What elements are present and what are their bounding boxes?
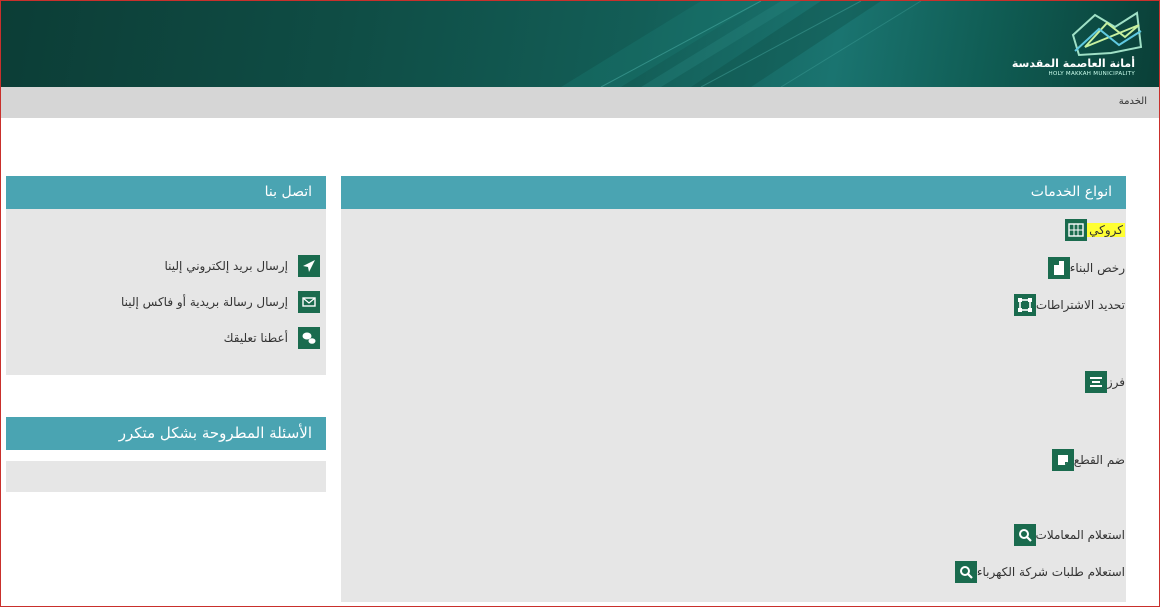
service-item-electricity-inquiry[interactable]: استعلام طلبات شركة الكهرباء [947,559,1125,585]
service-item-kroki[interactable]: كروكي [1057,217,1125,243]
banner-decoration [561,1,922,87]
service-item-conditions[interactable]: تحديد الاشتراطات [1006,292,1125,318]
contact-panel-title: اتصل بنا [264,184,312,200]
faq-panel-title: الأسئلة المطروحة بشكل متكرر [118,424,312,442]
breadcrumb-bar: الخدمة [1,87,1159,118]
service-label: رخص البناء [1069,261,1125,275]
service-label: ضم القطع [1073,453,1125,467]
map-grid-icon [1065,219,1088,241]
services-panel-title: انواع الخدمات [1030,184,1112,200]
envelope-icon [298,291,320,313]
service-label: استعلام طلبات شركة الكهرباء [976,565,1125,579]
contact-item-mail-fax[interactable]: إرسال رسالة بريدية أو فاكس إلينا [121,289,320,315]
contact-label: إرسال بريد إلكتروني إلينا [164,259,289,273]
contact-item-email[interactable]: إرسال بريد إلكتروني إلينا [164,253,320,279]
services-panel-body: كروكي رخص البناء تحديد الاشتراطات فرز ضم… [341,209,1126,602]
comment-bubbles-icon [298,327,320,349]
header-banner: أمانة العاصمة المقدسة HOLY MAKKAH MUNICI… [1,1,1159,87]
faq-panel-body [6,461,326,492]
paper-plane-icon [298,255,320,277]
service-label: فرز [1106,375,1125,389]
contact-panel-header: اتصل بنا [6,176,326,209]
logo-english-text: HOLY MAKKAH MUNICIPALITY [1048,71,1135,77]
faq-panel-header[interactable]: الأسئلة المطروحة بشكل متكرر [6,417,326,450]
service-item-sorting[interactable]: فرز [1077,369,1125,395]
contact-item-feedback[interactable]: أعطنا تعليقك [224,325,320,351]
contact-label: إرسال رسالة بريدية أو فاكس إلينا [120,295,288,309]
breadcrumb-current[interactable]: الخدمة [1119,96,1147,107]
contact-label: أعطنا تعليقك [223,331,288,345]
contact-panel-body: إرسال بريد إلكتروني إلينا إرسال رسالة بر… [6,209,326,375]
service-label: كروكي [1087,223,1125,237]
merge-note-icon [1051,449,1074,471]
service-item-merge-plots[interactable]: ضم القطع [1044,447,1125,473]
building-icon [1047,257,1070,279]
magnifier-icon [1013,524,1036,546]
service-label: استعلام المعاملات [1035,528,1125,542]
square-corners-icon [1013,294,1036,316]
services-panel-header: انواع الخدمات [341,176,1126,209]
service-item-transactions-inquiry[interactable]: استعلام المعاملات [1006,522,1125,548]
split-icon [1084,371,1107,393]
logo-arabic-text: أمانة العاصمة المقدسة [1011,57,1135,70]
service-label: تحديد الاشتراطات [1035,298,1125,312]
service-item-building-permits[interactable]: رخص البناء [1040,255,1125,281]
magnifier-icon [954,561,977,583]
